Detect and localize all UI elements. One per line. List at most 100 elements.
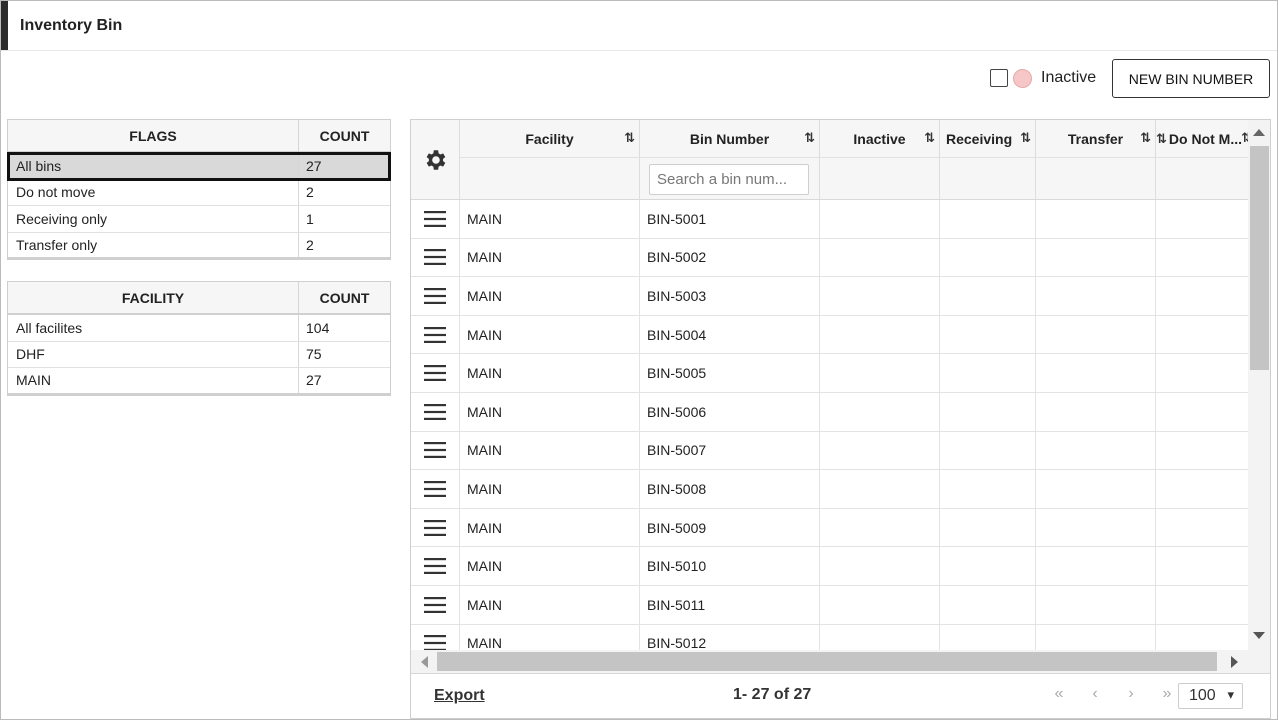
facility-row-all[interactable]: All facilites 104	[8, 315, 390, 342]
column-header-inactive[interactable]: Inactive ⇅	[820, 120, 940, 157]
row-menu-button[interactable]	[411, 547, 460, 585]
facility-cell: MAIN	[460, 547, 640, 585]
table-row[interactable]: MAIN BIN-5012	[411, 624, 1248, 650]
table-row[interactable]: MAIN BIN-5005	[411, 354, 1248, 393]
do-not-move-cell	[1156, 200, 1248, 238]
table-row[interactable]: MAIN BIN-5001	[411, 200, 1248, 239]
facility-column-header[interactable]: FACILITY	[8, 282, 299, 313]
inactive-filter[interactable]: Inactive	[990, 67, 1096, 89]
row-menu-button[interactable]	[411, 277, 460, 315]
table-row[interactable]: MAIN BIN-5008	[411, 470, 1248, 509]
receiving-cell	[940, 277, 1036, 315]
do-not-move-cell	[1156, 277, 1248, 315]
transfer-cell	[1036, 238, 1156, 277]
table-row[interactable]: MAIN BIN-5004	[411, 315, 1248, 355]
inactive-cell	[820, 354, 940, 392]
column-header-do-not-move[interactable]: ⇅ Do Not M... ⇅	[1156, 120, 1248, 157]
row-menu-button[interactable]	[411, 431, 460, 470]
flags-column-header[interactable]: FLAGS	[8, 120, 299, 151]
flags-row-do-not-move[interactable]: Do not move 2	[8, 179, 390, 206]
inactive-cell	[820, 547, 940, 585]
bin-number-cell: BIN-5007	[640, 431, 820, 470]
bin-number-search-input[interactable]	[649, 164, 809, 195]
export-link[interactable]: Export	[434, 687, 485, 705]
flags-table: FLAGS COUNT All bins 27 Do not move 2 Re…	[7, 119, 391, 260]
filter-cell-inactive	[820, 157, 940, 200]
facility-cell: MAIN	[460, 624, 640, 650]
grid-settings-button[interactable]	[411, 120, 460, 200]
column-header-transfer[interactable]: Transfer ⇅	[1036, 120, 1156, 157]
first-page-icon[interactable]: «	[1041, 685, 1077, 703]
row-menu-button[interactable]	[411, 586, 460, 624]
column-header-receiving[interactable]: Receiving ⇅	[940, 120, 1036, 157]
table-row[interactable]: MAIN BIN-5006	[411, 393, 1248, 432]
count-column-header[interactable]: COUNT	[299, 120, 390, 151]
app-window: Inventory Bin Inactive NEW BIN NUMBER FL…	[0, 0, 1278, 720]
horizontal-scroll-thumb[interactable]	[437, 652, 1217, 671]
transfer-cell	[1036, 393, 1156, 431]
receiving-cell	[940, 354, 1036, 392]
table-row[interactable]: MAIN BIN-5011	[411, 586, 1248, 625]
sort-icon[interactable]: ⇅	[804, 130, 815, 146]
facility-row-main[interactable]: MAIN 27	[8, 368, 390, 395]
hamburger-icon	[424, 403, 446, 420]
sort-icon[interactable]: ⇅	[1156, 131, 1167, 147]
table-row[interactable]: MAIN BIN-5010	[411, 547, 1248, 586]
scroll-down-icon[interactable]	[1253, 632, 1265, 639]
row-menu-button[interactable]	[411, 470, 460, 508]
table-row[interactable]: MAIN BIN-5009	[411, 508, 1248, 548]
scroll-right-icon[interactable]	[1231, 656, 1238, 668]
page-size-select[interactable]: 100 ▾	[1178, 683, 1243, 709]
sort-icon[interactable]: ⇅	[924, 130, 935, 146]
horizontal-scrollbar[interactable]	[411, 650, 1248, 673]
sort-icon[interactable]: ⇅	[624, 130, 635, 146]
transfer-cell	[1036, 431, 1156, 470]
column-title: Bin Number	[689, 130, 770, 147]
column-header-bin-number[interactable]: Bin Number ⇅	[640, 120, 820, 157]
flags-row-receiving-only[interactable]: Receiving only 1	[8, 206, 390, 233]
vertical-scroll-thumb[interactable]	[1250, 146, 1269, 370]
facility-row-dhf[interactable]: DHF 75	[8, 341, 390, 368]
next-page-icon[interactable]: ›	[1113, 685, 1149, 703]
sort-icon[interactable]: ⇅	[1020, 130, 1031, 146]
sort-icon[interactable]: ⇅	[1241, 130, 1248, 146]
transfer-cell	[1036, 315, 1156, 354]
hamburger-icon	[424, 249, 446, 266]
new-bin-number-button[interactable]: NEW BIN NUMBER	[1112, 59, 1270, 98]
row-menu-button[interactable]	[411, 315, 460, 354]
sort-icon[interactable]: ⇅	[1140, 130, 1151, 146]
row-menu-button[interactable]	[411, 624, 460, 650]
inactive-checkbox[interactable]	[990, 69, 1008, 87]
hamburger-icon	[424, 596, 446, 613]
flags-row-all-bins[interactable]: All bins 27	[7, 152, 391, 181]
row-menu-button[interactable]	[411, 508, 460, 547]
bin-number-cell: BIN-5002	[640, 238, 820, 277]
bin-number-cell: BIN-5011	[640, 586, 820, 624]
column-title: Facility	[525, 130, 574, 147]
count-column-header[interactable]: COUNT	[299, 282, 390, 313]
previous-page-icon[interactable]: ‹	[1077, 685, 1113, 703]
inactive-cell	[820, 315, 940, 354]
facility-cell: MAIN	[460, 586, 640, 624]
scroll-up-icon[interactable]	[1253, 129, 1265, 136]
flags-row-transfer-only[interactable]: Transfer only 2	[8, 232, 390, 259]
flag-count: 1	[306, 210, 314, 227]
do-not-move-cell	[1156, 470, 1248, 508]
bin-number-cell: BIN-5006	[640, 393, 820, 431]
column-header-facility[interactable]: Facility ⇅	[460, 120, 640, 157]
inactive-cell	[820, 470, 940, 508]
row-menu-button[interactable]	[411, 354, 460, 392]
scroll-left-icon[interactable]	[421, 656, 428, 668]
receiving-cell	[940, 508, 1036, 547]
vertical-scrollbar[interactable]	[1248, 120, 1270, 650]
inactive-cell	[820, 624, 940, 650]
row-menu-button[interactable]	[411, 200, 460, 238]
row-menu-button[interactable]	[411, 238, 460, 277]
table-row[interactable]: MAIN BIN-5002	[411, 238, 1248, 278]
transfer-cell	[1036, 200, 1156, 238]
table-row[interactable]: MAIN BIN-5007	[411, 431, 1248, 471]
transfer-cell	[1036, 277, 1156, 315]
receiving-cell	[940, 200, 1036, 238]
row-menu-button[interactable]	[411, 393, 460, 431]
table-row[interactable]: MAIN BIN-5003	[411, 277, 1248, 316]
